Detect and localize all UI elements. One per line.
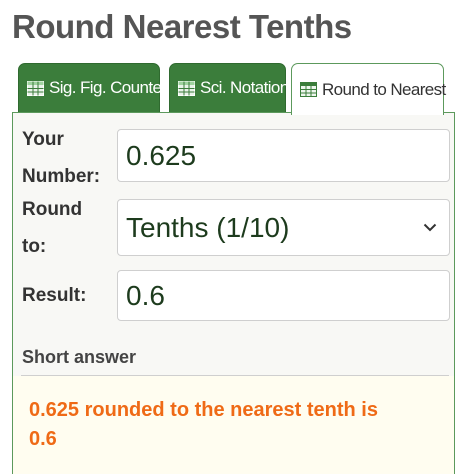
table-icon <box>27 80 44 96</box>
result-label: Result: <box>22 285 87 306</box>
round-label: Round to: <box>22 199 83 257</box>
tab-label: Sig. Fig. Counter <box>49 78 167 97</box>
table-icon <box>178 80 195 96</box>
chevron-down-icon <box>423 223 437 232</box>
number-input[interactable]: 0.625 <box>117 129 450 182</box>
tab-label: Round to Nearest <box>322 79 446 99</box>
short-answer-text: 0.625 rounded to the nearest tenth is 0.… <box>29 399 378 450</box>
number-input-value: 0.625 <box>126 139 197 171</box>
result-value: 0.6 <box>126 279 165 311</box>
result-output[interactable]: 0.6 <box>117 270 450 321</box>
short-answer-box: 0.625 rounded to the nearest tenth is 0.… <box>13 376 454 474</box>
round-select[interactable]: Tenths (1/10) <box>117 199 450 256</box>
tab-sci-notation[interactable]: Sci. Notation <box>169 63 289 113</box>
number-label: Your Number: <box>22 129 101 187</box>
tab-label: Sci. Notation <box>200 78 289 97</box>
page-title: Round Nearest Tenths <box>12 8 352 45</box>
tab-sig-fig-counter[interactable]: Sig. Fig. Counter <box>18 63 167 113</box>
calculator-panel: Your Number: 0.625 Round to: Tenths (1/1… <box>12 112 455 474</box>
round-select-value: Tenths (1/10) <box>126 211 290 243</box>
short-answer-heading: Short answer <box>22 347 137 367</box>
tab-round-to-nearest[interactable]: Round to Nearest <box>291 63 446 115</box>
table-icon <box>300 82 317 97</box>
